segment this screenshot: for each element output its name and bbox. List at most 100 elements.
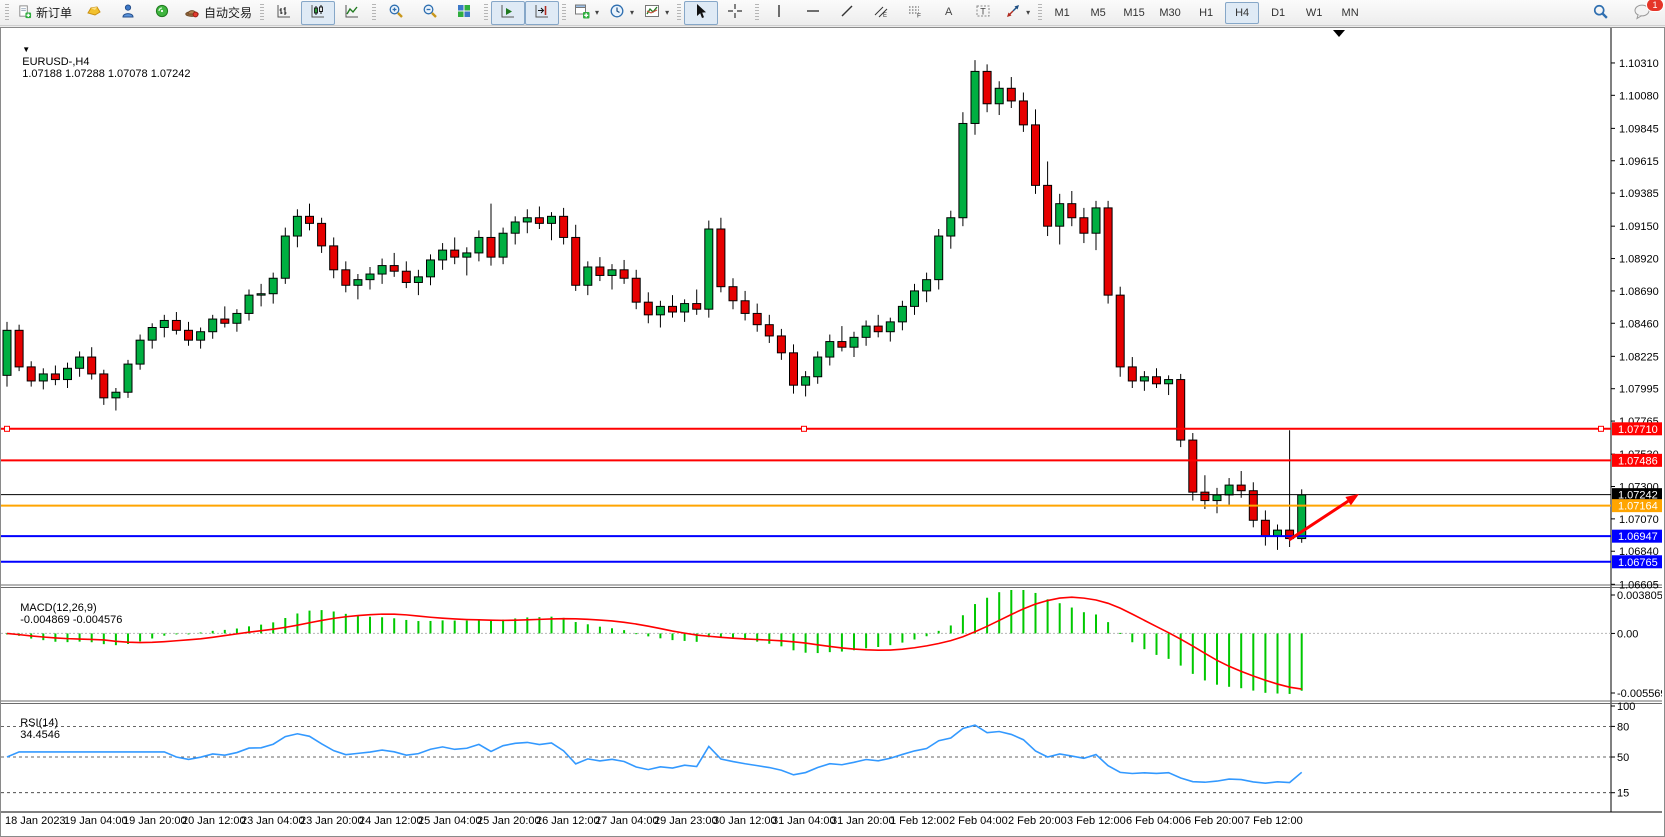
chart-window[interactable]: 1.103101.100801.098451.096151.093851.091… [0,27,1665,837]
tile-windows-button[interactable] [447,1,481,25]
time-axis[interactable]: 18 Jan 202319 Jan 04:0019 Jan 20:0020 Ja… [5,815,1303,827]
chat-button[interactable]: 1 [1625,1,1659,25]
candle [1116,295,1124,367]
candle [209,319,217,332]
candle [717,229,725,287]
timeframe-button-H1[interactable]: H1 [1189,2,1223,24]
candle [1213,495,1221,501]
candle [1177,380,1185,441]
candle [656,306,664,314]
candle [1044,185,1052,226]
vertical-line-button[interactable] [762,1,796,25]
candle [342,270,350,285]
profile-button[interactable] [111,1,145,25]
new-order-label: 新订单 [36,4,72,21]
candle [15,330,23,367]
timeframe-toolbar: M1M5M15M30H1H4D1W1MN [1045,2,1367,24]
arrows-objects-button[interactable]: ▾ [1000,1,1035,25]
price-tag: 1.06765 [1612,555,1662,569]
candlestick-chart-button[interactable] [301,1,335,25]
zoom-in-button[interactable] [379,1,413,25]
svg-text:T: T [980,7,986,17]
svg-text:19 Jan 04:00: 19 Jan 04:00 [64,815,128,827]
text-icon: A [941,3,957,22]
search-button[interactable] [1583,1,1617,25]
timeframe-button-M15[interactable]: M15 [1117,2,1151,24]
candle [1032,125,1040,186]
candle [1092,208,1100,233]
candle [51,374,59,380]
cursor-icon [693,3,709,22]
candle [705,229,713,309]
svg-text:23 Jan 20:00: 23 Jan 20:00 [300,815,364,827]
auto-scroll-button[interactable] [491,1,525,25]
timeframe-button-M1[interactable]: M1 [1045,2,1079,24]
indicators-button[interactable]: ▾ [639,1,674,25]
candle [475,237,483,252]
svg-text:1.08225: 1.08225 [1619,351,1659,363]
svg-text:1.09615: 1.09615 [1619,156,1659,168]
new-chart-button[interactable]: ▾ [569,1,604,25]
periods-button[interactable]: ▾ [604,1,639,25]
timeframe-button-D1[interactable]: D1 [1261,2,1295,24]
svg-text:31 Jan 04:00: 31 Jan 04:00 [772,815,836,827]
line-handle [5,426,10,431]
svg-text:F: F [917,13,921,20]
crosshair-button[interactable] [718,1,752,25]
crosshair-icon [727,3,743,22]
search-icon [1592,3,1609,23]
bar-chart-button[interactable] [267,1,301,25]
trendline-button[interactable] [830,1,864,25]
autotrading-button[interactable]: 自动交易 [179,1,257,25]
candle [100,374,108,398]
timeframe-button-W1[interactable]: W1 [1297,2,1331,24]
candle [463,253,471,257]
timeframe-button-H4[interactable]: H4 [1225,2,1259,24]
candle [923,280,931,291]
market-watch-button[interactable] [77,1,111,25]
line-chart-icon [344,3,360,22]
zoom-out-icon [422,3,438,22]
svg-text:1.10310: 1.10310 [1619,58,1659,70]
candle [693,304,701,310]
candle [293,216,301,236]
timeframe-button-M30[interactable]: M30 [1153,2,1187,24]
candle [669,306,677,312]
line-handle [1599,426,1604,431]
candle [64,368,72,379]
zoom-out-button[interactable] [413,1,447,25]
candle [124,364,132,392]
cursor-button[interactable] [684,1,718,25]
svg-text:1.08460: 1.08460 [1619,318,1659,330]
auto-scroll-icon [500,3,516,22]
horizontal-line-button[interactable] [796,1,830,25]
person-icon [120,3,136,22]
line-chart-button[interactable] [335,1,369,25]
signals-button[interactable] [145,1,179,25]
new-order-button[interactable]: 新订单 [12,1,77,25]
candle [439,250,447,260]
chart-canvas[interactable]: 1.103101.100801.098451.096151.093851.091… [1,28,1662,834]
candle [172,320,180,330]
candle [814,357,822,377]
svg-text:19 Jan 20:00: 19 Jan 20:00 [123,815,187,827]
chart-shift-button[interactable] [525,1,559,25]
candle [318,223,326,246]
text-label-button[interactable]: T [966,1,1000,25]
text-button[interactable]: A [932,1,966,25]
autotrading-hat-icon [184,3,200,22]
candle [76,357,84,368]
candle [221,319,229,323]
price-tag: 1.07164 [1612,499,1662,513]
candle [911,291,919,306]
fibonacci-button[interactable]: F [898,1,932,25]
candle [572,237,580,285]
candle [354,280,362,286]
equidistant-channel-button[interactable]: E [864,1,898,25]
svg-text:18 Jan 2023: 18 Jan 2023 [5,815,66,827]
timeframe-button-M5[interactable]: M5 [1081,2,1115,24]
svg-text:6 Feb 04:00: 6 Feb 04:00 [1126,815,1185,827]
timeframe-button-MN[interactable]: MN [1333,2,1367,24]
toolbar-grip [677,4,681,22]
svg-text:23 Jan 04:00: 23 Jan 04:00 [241,815,305,827]
